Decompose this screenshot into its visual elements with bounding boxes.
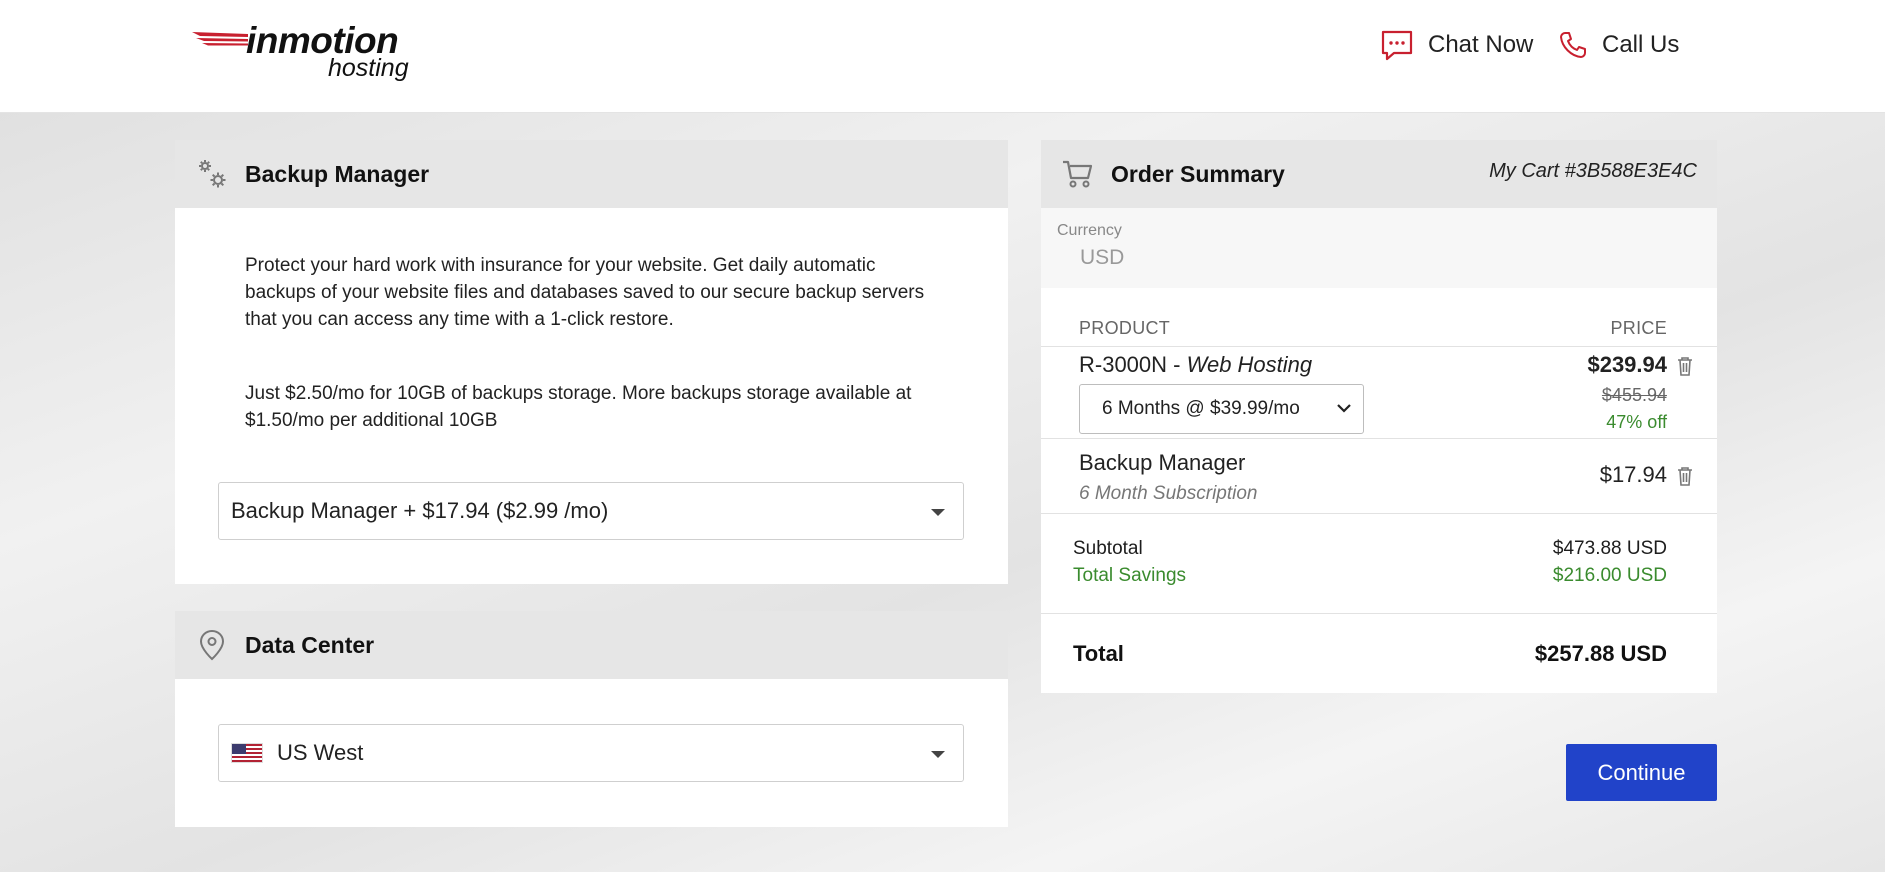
divider xyxy=(1041,613,1717,614)
shopping-cart-icon xyxy=(1061,157,1095,191)
call-us-label: Call Us xyxy=(1602,31,1680,58)
data-center-title: Data Center xyxy=(245,631,375,658)
hosting-term-value: 6 Months @ $39.99/mo xyxy=(1102,398,1300,419)
hosting-item-name: R-3000N - Web Hosting xyxy=(1079,352,1312,378)
order-summary-panel: Order Summary My Cart #3B588E3E4C Curren… xyxy=(1041,140,1717,693)
divider xyxy=(1041,513,1717,514)
backup-manager-title: Backup Manager xyxy=(245,160,430,187)
subtotal-value: $473.88 USD xyxy=(1552,538,1667,559)
chat-now-label: Chat Now xyxy=(1428,31,1534,58)
backup-description: Protect your hard work with insurance fo… xyxy=(245,255,925,330)
hosting-plan-type: Web Hosting xyxy=(1186,352,1313,377)
data-center-panel: Data Center US West xyxy=(175,611,1008,827)
backup-manager-header: Backup Manager xyxy=(175,140,1008,208)
trash-icon[interactable] xyxy=(1677,466,1693,486)
backup-pricing-note: Just $2.50/mo for 10GB of backups storag… xyxy=(245,383,912,431)
original-price: $455.94 xyxy=(1601,385,1667,405)
cart-id: My Cart #3B588E3E4C xyxy=(1489,160,1697,182)
continue-button[interactable]: Continue xyxy=(1566,744,1717,801)
data-center-selected-value: US West xyxy=(277,740,364,765)
total-label: Total xyxy=(1073,641,1124,666)
gears-icon xyxy=(195,157,229,191)
currency-block[interactable]: Currency USD xyxy=(1041,208,1717,288)
location-pin-icon xyxy=(195,628,229,662)
divider xyxy=(1041,346,1717,347)
savings-value: $216.00 USD xyxy=(1552,565,1667,586)
chevron-down-icon xyxy=(1337,404,1351,413)
data-center-header: Data Center xyxy=(175,611,1008,679)
us-flag-icon xyxy=(231,743,263,763)
caret-down-icon xyxy=(931,751,945,758)
backup-item-price: $17.94 xyxy=(1599,462,1667,487)
caret-down-icon xyxy=(931,509,945,516)
chat-now-link[interactable]: Chat Now xyxy=(1380,25,1533,65)
hosting-item-price: $239.94 xyxy=(1587,352,1667,377)
inmotion-hosting-logo[interactable]: inmotion hosting xyxy=(190,18,430,88)
trash-icon[interactable] xyxy=(1677,356,1693,376)
total-value: $257.88 USD xyxy=(1534,641,1667,666)
savings-label: Total Savings xyxy=(1073,565,1187,586)
chat-bubble-icon xyxy=(1381,30,1413,61)
site-header: inmotion hosting Chat Now Call Us xyxy=(0,0,1885,113)
discount-badge: 47% off xyxy=(1606,412,1667,432)
call-us-link[interactable]: Call Us xyxy=(1558,25,1679,65)
backup-option-select[interactable]: Backup Manager + $17.94 ($2.99 /mo) xyxy=(218,482,964,540)
backup-item-name: Backup Manager xyxy=(1079,450,1246,475)
backup-item-subtitle: 6 Month Subscription xyxy=(1079,483,1258,504)
data-center-select[interactable]: US West xyxy=(218,724,964,782)
backup-selected-value: Backup Manager + $17.94 ($2.99 /mo) xyxy=(231,498,609,523)
logo-swoosh-icon xyxy=(192,32,248,46)
phone-icon xyxy=(1560,32,1586,58)
currency-value: USD xyxy=(1080,246,1125,269)
hosting-plan-code: R-3000N - xyxy=(1079,352,1187,377)
logo-subtext: hosting xyxy=(328,54,409,82)
backup-manager-panel: Backup Manager Protect your hard work wi… xyxy=(175,140,1008,584)
hosting-term-select[interactable]: 6 Months @ $39.99/mo xyxy=(1079,384,1364,434)
divider xyxy=(1041,438,1717,439)
product-column-header: PRODUCT xyxy=(1079,318,1171,338)
currency-label: Currency xyxy=(1057,222,1122,239)
order-summary-title: Order Summary xyxy=(1111,160,1285,187)
order-summary-header: Order Summary My Cart #3B588E3E4C xyxy=(1041,140,1717,208)
subtotal-label: Subtotal xyxy=(1073,538,1143,559)
price-column-header: PRICE xyxy=(1610,318,1667,338)
